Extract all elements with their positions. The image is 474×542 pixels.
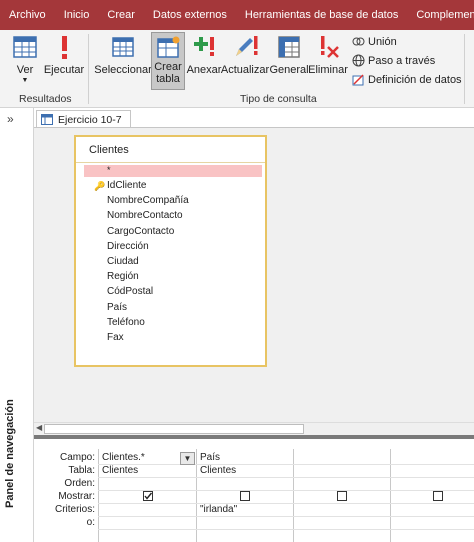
- field-codpostal[interactable]: CódPostal: [107, 286, 153, 297]
- globe-icon: [352, 54, 365, 67]
- ver-button[interactable]: Ver ▼: [10, 33, 40, 84]
- definicion-datos-button[interactable]: Definición de datos: [352, 73, 462, 86]
- resultados-group-label: Resultados: [19, 93, 72, 105]
- exclamation-icon: [62, 36, 67, 59]
- tab-ejercicio[interactable]: Ejercicio 10-7: [36, 110, 131, 128]
- ejecutar-button[interactable]: Ejecutar: [44, 33, 84, 76]
- mostrar-checkbox-3[interactable]: [337, 491, 347, 501]
- scrollbar-thumb[interactable]: [44, 424, 304, 434]
- field-cargocontacto[interactable]: CargoContacto: [107, 226, 174, 237]
- campo-cell-1[interactable]: Clientes.*: [102, 452, 145, 463]
- eliminar-button[interactable]: Eliminar: [308, 33, 348, 76]
- scroll-left-icon[interactable]: ◀: [36, 423, 42, 432]
- horizontal-scrollbar[interactable]: ◀: [34, 422, 474, 435]
- row-label-o: o:: [86, 517, 95, 528]
- menu-herramientas[interactable]: Herramientas de base de datos: [236, 0, 407, 30]
- navigation-pane-label: Panel de navegación: [4, 399, 16, 508]
- crear-tabla-label-1: Crear: [154, 61, 182, 73]
- checkmark-icon: [144, 492, 153, 500]
- union-icon: [352, 37, 365, 46]
- field-idcliente[interactable]: IdCliente: [107, 180, 146, 191]
- field-ciudad[interactable]: Ciudad: [107, 256, 139, 267]
- field-fax[interactable]: Fax: [107, 332, 124, 343]
- grid-row-line: [98, 490, 474, 491]
- field-nombrecompania[interactable]: NombreCompañía: [107, 195, 189, 206]
- table-title[interactable]: Clientes: [76, 137, 265, 163]
- tabla-cell-2[interactable]: Clientes: [200, 465, 236, 476]
- ejecutar-label: Ejecutar: [43, 64, 85, 76]
- field-pais[interactable]: País: [107, 302, 127, 313]
- menu-inicio[interactable]: Inicio: [55, 0, 99, 30]
- union-label: Unión: [368, 35, 397, 48]
- general-button[interactable]: General: [269, 33, 309, 76]
- field-direccion[interactable]: Dirección: [107, 241, 149, 252]
- data-definition-icon: [352, 74, 364, 86]
- row-label-campo: Campo:: [59, 452, 95, 463]
- paso-a-traves-label: Paso a través: [368, 54, 436, 67]
- datasheet-view-icon: [13, 36, 37, 58]
- actualizar-button[interactable]: Actualizar: [220, 33, 270, 76]
- clientes-table-box[interactable]: Clientes * 🔑 IdCliente NombreCompañía No…: [74, 135, 267, 367]
- tabla-cell-1[interactable]: Clientes: [102, 465, 138, 476]
- criterios-cell-2[interactable]: "irlanda": [200, 504, 237, 515]
- navigation-pane[interactable]: » Panel de navegación: [0, 108, 34, 542]
- eliminar-label: Eliminar: [308, 64, 348, 76]
- crosstab-icon: [278, 36, 300, 58]
- expand-chevron-icon[interactable]: »: [7, 112, 14, 126]
- menu-datos-externos[interactable]: Datos externos: [144, 0, 236, 30]
- field-region[interactable]: Región: [107, 271, 139, 282]
- update-pencil-icon: [236, 36, 258, 56]
- select-query-icon: [112, 37, 134, 57]
- menu-archivo[interactable]: Archivo: [0, 0, 55, 30]
- mostrar-checkbox-4[interactable]: [433, 491, 443, 501]
- chevron-down-icon[interactable]: ▼: [180, 452, 195, 465]
- grid-row-line: [98, 503, 474, 504]
- grid-row-line: [98, 477, 474, 478]
- menu-crear[interactable]: Crear: [98, 0, 144, 30]
- grid-row-line: [98, 464, 474, 465]
- row-label-mostrar: Mostrar:: [58, 491, 95, 502]
- ver-label: Ver: [16, 64, 34, 76]
- paso-a-traves-button[interactable]: Paso a través: [352, 54, 435, 67]
- delete-query-icon: [321, 36, 339, 58]
- general-label: General: [269, 64, 309, 76]
- make-table-icon: [157, 36, 180, 58]
- query-icon: [41, 114, 53, 125]
- ribbon: Ver ▼ Ejecutar Resultados Seleccionar Cr…: [0, 30, 474, 108]
- menu-bar: Archivo Inicio Crear Datos externos Herr…: [0, 0, 474, 30]
- field-nombrecontacto[interactable]: NombreContacto: [107, 210, 183, 221]
- definicion-datos-label: Definición de datos: [368, 73, 462, 86]
- crear-tabla-button[interactable]: Crear tabla: [151, 32, 185, 90]
- primary-key-icon: 🔑: [94, 181, 106, 191]
- anexar-label: Anexar: [186, 64, 222, 76]
- crear-tabla-label-2: tabla: [156, 73, 180, 85]
- tipo-consulta-group-label: Tipo de consulta: [240, 93, 317, 105]
- grid-row-line: [98, 529, 474, 530]
- row-label-criterios: Criterios:: [54, 504, 95, 515]
- tab-label: Ejercicio 10-7: [58, 113, 122, 126]
- seleccionar-button[interactable]: Seleccionar: [94, 33, 152, 76]
- row-label-tabla: Tabla:: [68, 465, 95, 476]
- menu-complementos[interactable]: Complementos: [407, 0, 474, 30]
- group-separator: [88, 34, 89, 104]
- mostrar-checkbox-1[interactable]: [143, 491, 153, 501]
- anexar-button[interactable]: Anexar: [187, 33, 221, 76]
- all-fields-row[interactable]: *: [84, 165, 262, 177]
- append-icon: [194, 37, 214, 56]
- mostrar-checkbox-2[interactable]: [240, 491, 250, 501]
- row-label-orden: Orden:: [64, 478, 95, 489]
- group-separator: [464, 34, 465, 104]
- all-fields-star: *: [107, 165, 111, 175]
- grid-row-line: [98, 516, 474, 517]
- union-button[interactable]: Unión: [352, 35, 397, 48]
- seleccionar-label: Seleccionar: [94, 64, 152, 76]
- campo-cell-2[interactable]: País: [200, 452, 220, 463]
- actualizar-label: Actualizar: [220, 64, 270, 76]
- chevron-down-icon[interactable]: ▼: [22, 77, 29, 84]
- field-telefono[interactable]: Teléfono: [107, 317, 145, 328]
